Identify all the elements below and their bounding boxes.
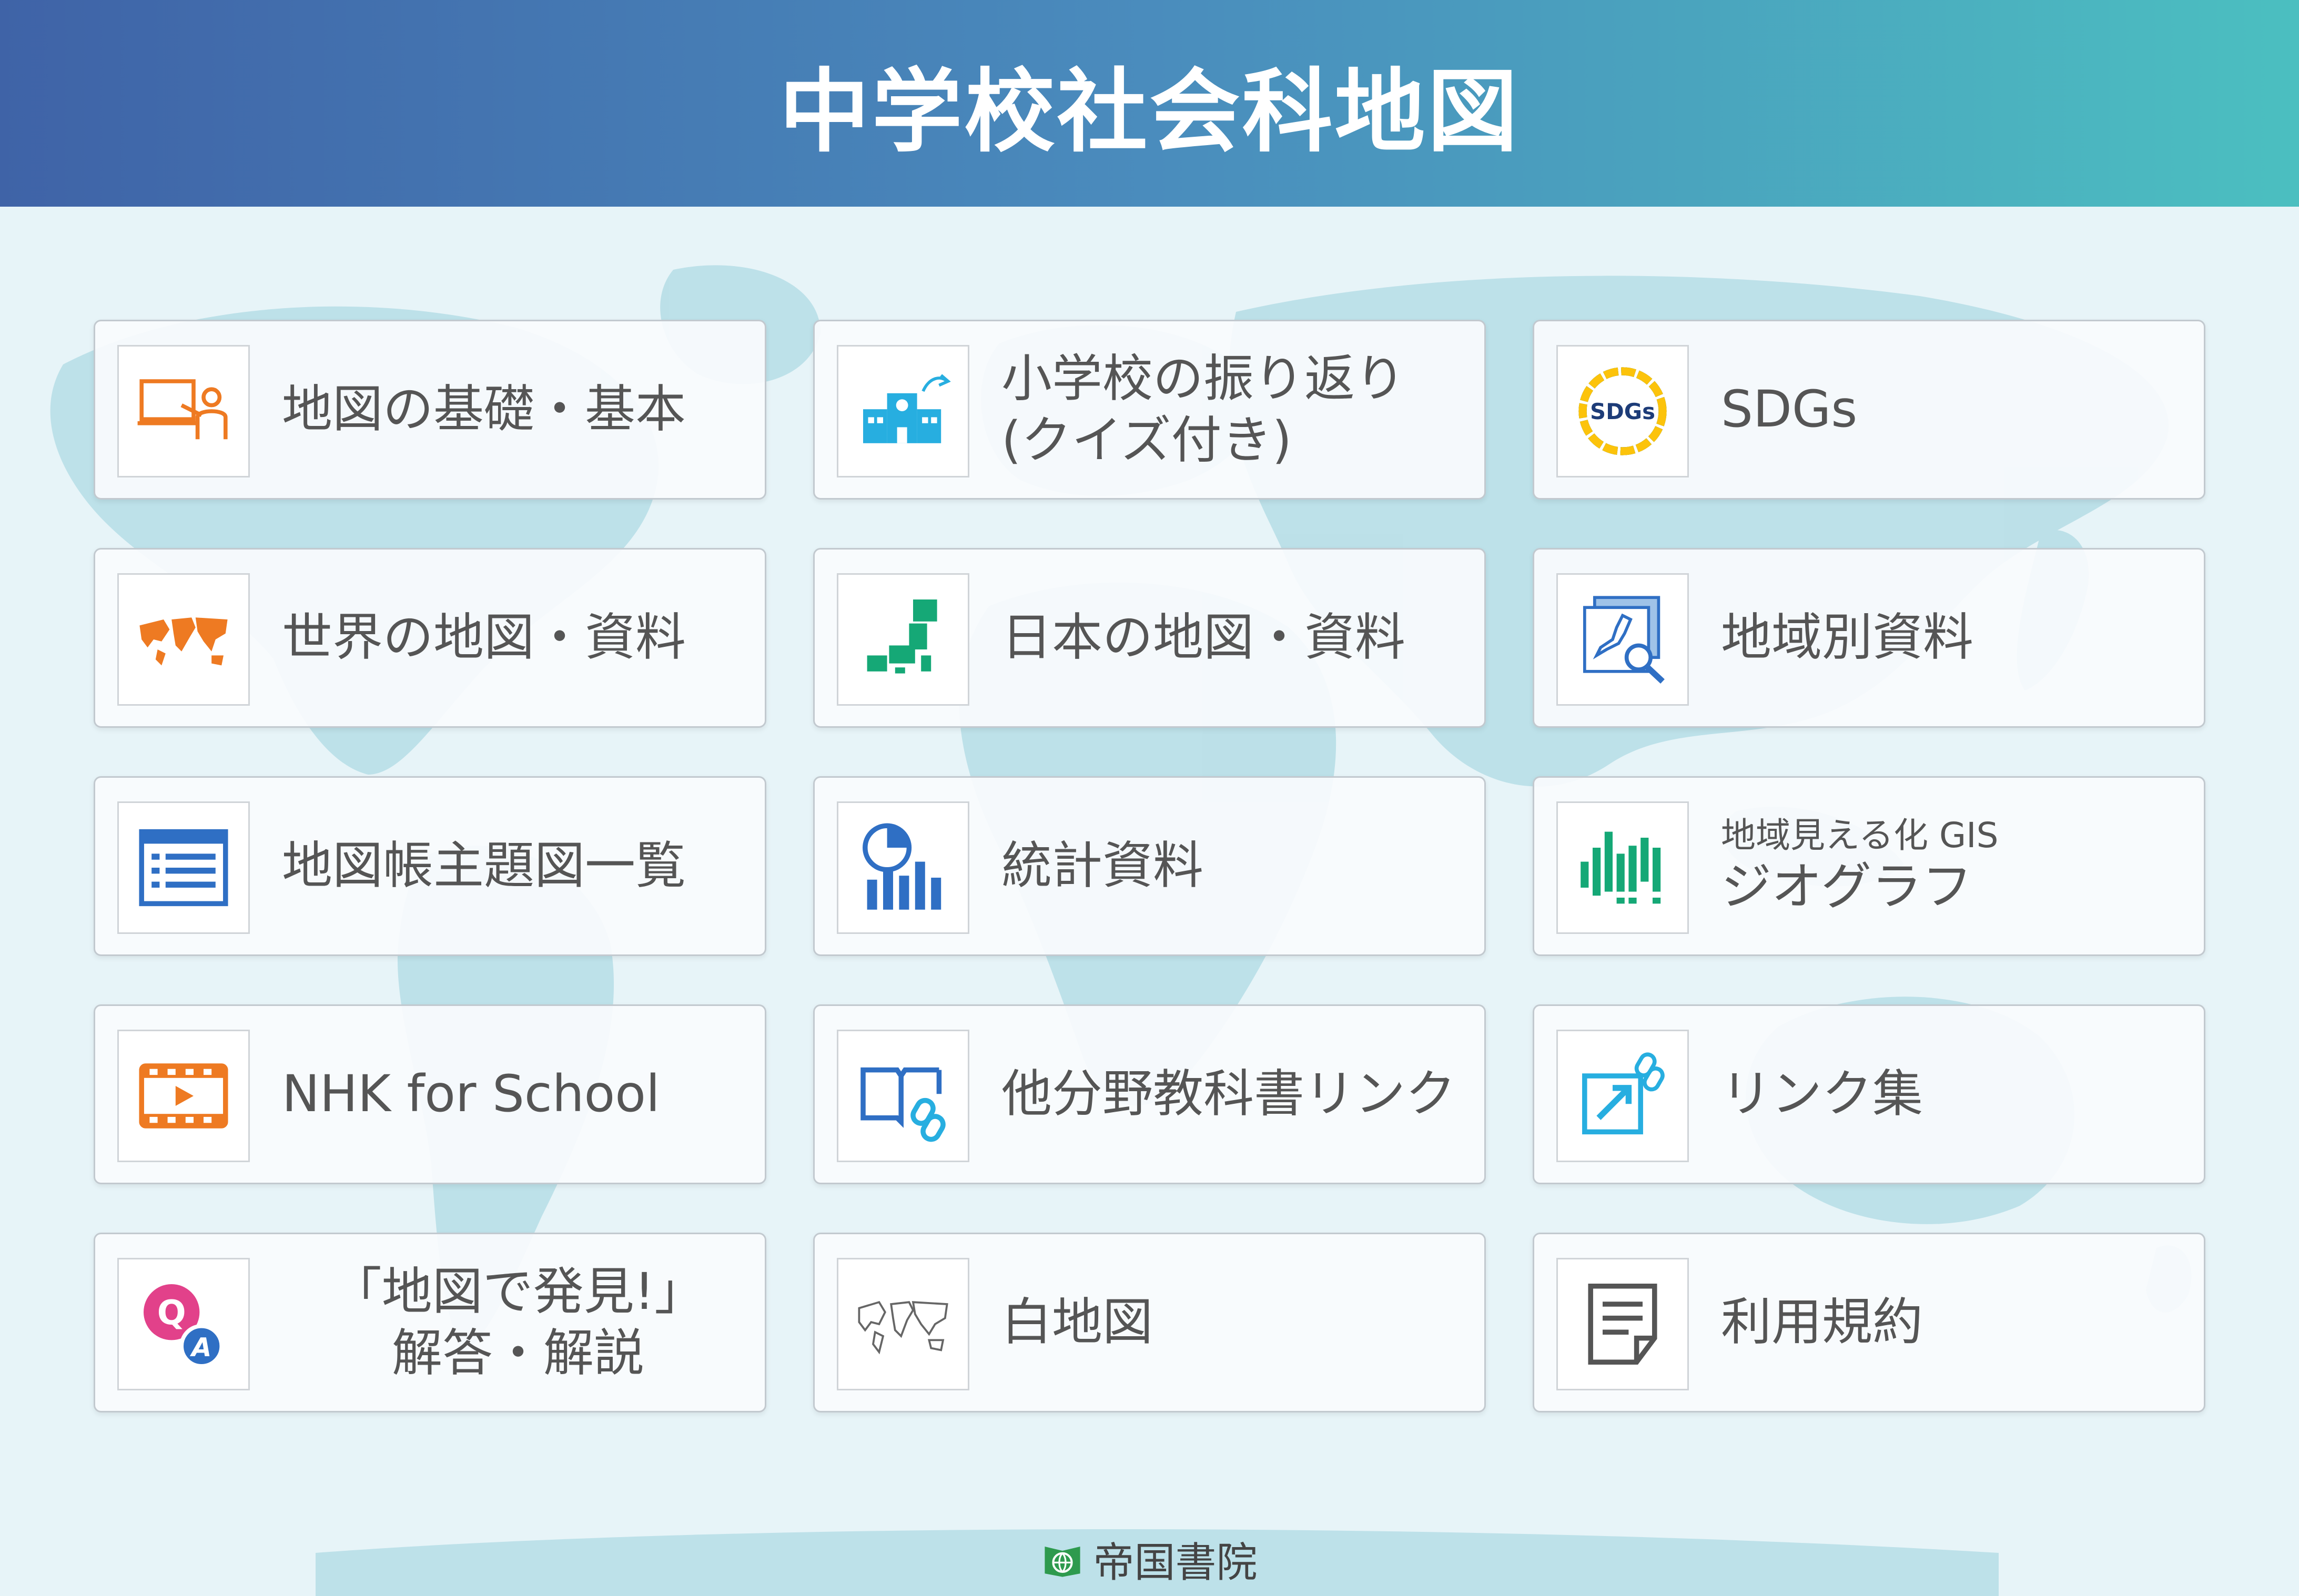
card-label: 他分野教科書リンク	[1001, 1064, 1456, 1124]
japan-map-icon	[867, 599, 937, 674]
card-label: 地図帳主題図一覧	[282, 836, 686, 896]
list-document-icon	[139, 829, 228, 907]
card-blank-maps[interactable]: 白地図	[813, 1233, 1486, 1412]
card-label-line1: 「地図で発見!」	[331, 1262, 705, 1321]
card-elementary-review[interactable]: 小学校の振り返り (クイズ付き)	[813, 320, 1486, 500]
card-map-basics[interactable]: 地図の基礎・基本	[94, 320, 766, 500]
external-link-icon	[1582, 1052, 1665, 1135]
card-label: 日本の地図・資料	[1001, 608, 1405, 667]
blank-world-map-icon	[858, 1300, 948, 1355]
footer: 帝国書院	[0, 1522, 2299, 1596]
card-label: 地図の基礎・基本	[282, 380, 686, 439]
statistics-chart-icon	[863, 823, 941, 910]
card-label: 利用規約	[1721, 1293, 1923, 1352]
publisher-name: 帝国書院	[1093, 1539, 1258, 1587]
card-geograph[interactable]: 地域見える化 GIS ジオグラフ	[1533, 776, 2205, 956]
card-nhk-for-school[interactable]: NHK for School	[94, 1004, 766, 1184]
svg-text:A: A	[189, 1332, 211, 1363]
terms-document-icon	[1588, 1284, 1657, 1365]
card-label: 地域別資料	[1721, 608, 1973, 667]
card-label-line2: (クイズ付き)	[1001, 411, 1292, 470]
card-label: リンク集	[1721, 1064, 1923, 1124]
regional-map-search-icon	[1583, 596, 1665, 684]
book-link-icon	[860, 1067, 946, 1142]
svg-text:Q: Q	[157, 1293, 186, 1333]
card-label: NHK for School	[282, 1064, 660, 1124]
card-japan-maps[interactable]: 日本の地図・資料	[813, 548, 1486, 728]
svg-text:SDGs: SDGs	[1590, 399, 1655, 424]
card-other-subject-links[interactable]: 他分野教科書リンク	[813, 1004, 1486, 1184]
teacher-board-icon	[137, 379, 228, 440]
card-label: 統計資料	[1001, 836, 1203, 896]
card-statistics[interactable]: 統計資料	[813, 776, 1486, 956]
video-film-icon	[139, 1063, 228, 1129]
sdgs-logo-icon: SDGs	[1578, 367, 1667, 455]
menu-grid: 地図の基礎・基本 小学校の振り返り (クイズ付き) SDGs SDGs 世界の地…	[0, 0, 2299, 1596]
geograph-bars-icon	[1581, 831, 1661, 904]
card-label-line1: 小学校の振り返り	[1001, 349, 1405, 408]
card-label: 世界の地図・資料	[282, 608, 686, 667]
qa-icon: Q A	[144, 1284, 224, 1368]
card-world-maps[interactable]: 世界の地図・資料	[94, 548, 766, 728]
card-label-line2: 解答・解説	[392, 1324, 644, 1382]
card-map-discovery-answers[interactable]: Q A 「地図で発見!」 解答・解説	[94, 1233, 766, 1412]
card-terms-of-use[interactable]: 利用規約	[1533, 1233, 2205, 1412]
publisher-logo-icon	[1045, 1547, 1081, 1577]
card-regional-materials[interactable]: 地域別資料	[1533, 548, 2205, 728]
card-sublabel: 地域見える化 GIS	[1721, 815, 1999, 856]
card-label: 白地図	[1001, 1293, 1153, 1352]
card-label: ジオグラフ	[1721, 857, 1973, 917]
card-atlas-themes[interactable]: 地図帳主題図一覧	[94, 776, 766, 956]
world-map-icon	[139, 617, 228, 666]
card-sdgs[interactable]: SDGs SDGs	[1533, 320, 2205, 500]
school-building-icon	[863, 374, 951, 443]
card-label: SDGs	[1721, 380, 1858, 439]
card-link-collection[interactable]: リンク集	[1533, 1004, 2205, 1184]
